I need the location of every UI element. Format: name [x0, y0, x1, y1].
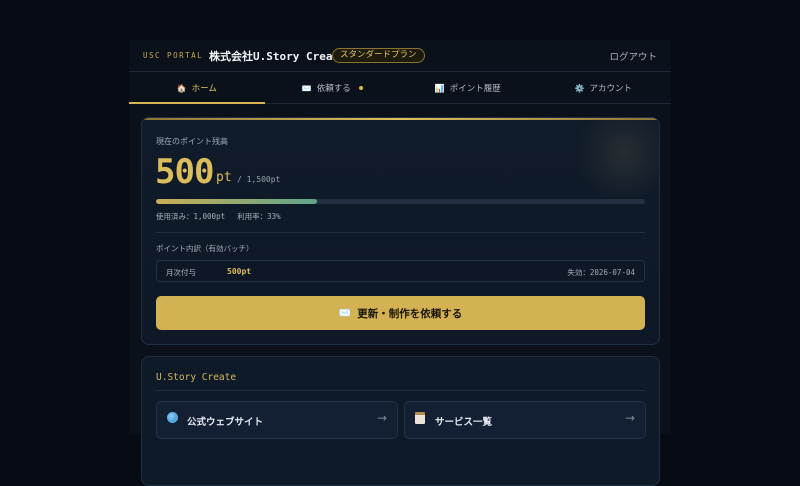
balance-total: / 1,500pt — [237, 175, 281, 184]
balance-label: 現在のポイント残高 — [156, 137, 228, 146]
batch-type: 月次付与 — [166, 268, 196, 277]
link-label: 公式ウェブサイト — [187, 417, 264, 428]
usage-rate: 利用率：33% — [237, 212, 281, 221]
batch-row: 月次付与 500pt 失効：2026-07-04 — [156, 260, 645, 282]
content-area: 現在のポイント残高 500 pt / 1,500pt 使用済み：1,000pt 利… — [129, 40, 671, 486]
batch-expiry: 失効：2026-07-04 — [567, 268, 635, 277]
usage-summary: 使用済み：1,000pt 利用率：33% — [156, 211, 281, 222]
arrow-right-icon: → — [376, 411, 387, 425]
official-website-link[interactable]: 公式ウェブサイト → — [156, 401, 398, 439]
card-glow — [569, 118, 659, 198]
divider — [156, 232, 645, 233]
links-card: U.Story Create 公式ウェブサイト → サービス一覧 → — [141, 356, 660, 486]
clipboard-icon — [415, 412, 425, 427]
balance-unit: pt — [216, 170, 232, 185]
request-button[interactable]: ✉️ 更新・制作を依頼する — [156, 296, 645, 330]
link-label: サービス一覧 — [435, 417, 493, 428]
service-list-link[interactable]: サービス一覧 → — [404, 401, 646, 439]
globe-icon — [167, 412, 178, 426]
mail-icon: ✉️ — [338, 307, 352, 319]
usage-progress-bar — [156, 199, 645, 204]
divider — [156, 390, 645, 391]
used-points: 使用済み：1,000pt — [156, 212, 226, 221]
arrow-right-icon: → — [624, 411, 635, 425]
breakdown-label: ポイント内訳（有効バッチ） — [156, 244, 254, 253]
usage-progress-fill — [156, 199, 318, 204]
batch-points: 500pt — [227, 267, 252, 276]
links-title: U.Story Create — [156, 372, 237, 383]
request-button-label: 更新・制作を依頼する — [357, 307, 463, 320]
balance-value: 500 — [155, 152, 214, 192]
point-balance-card: 現在のポイント残高 500 pt / 1,500pt 使用済み：1,000pt 利… — [141, 117, 660, 345]
